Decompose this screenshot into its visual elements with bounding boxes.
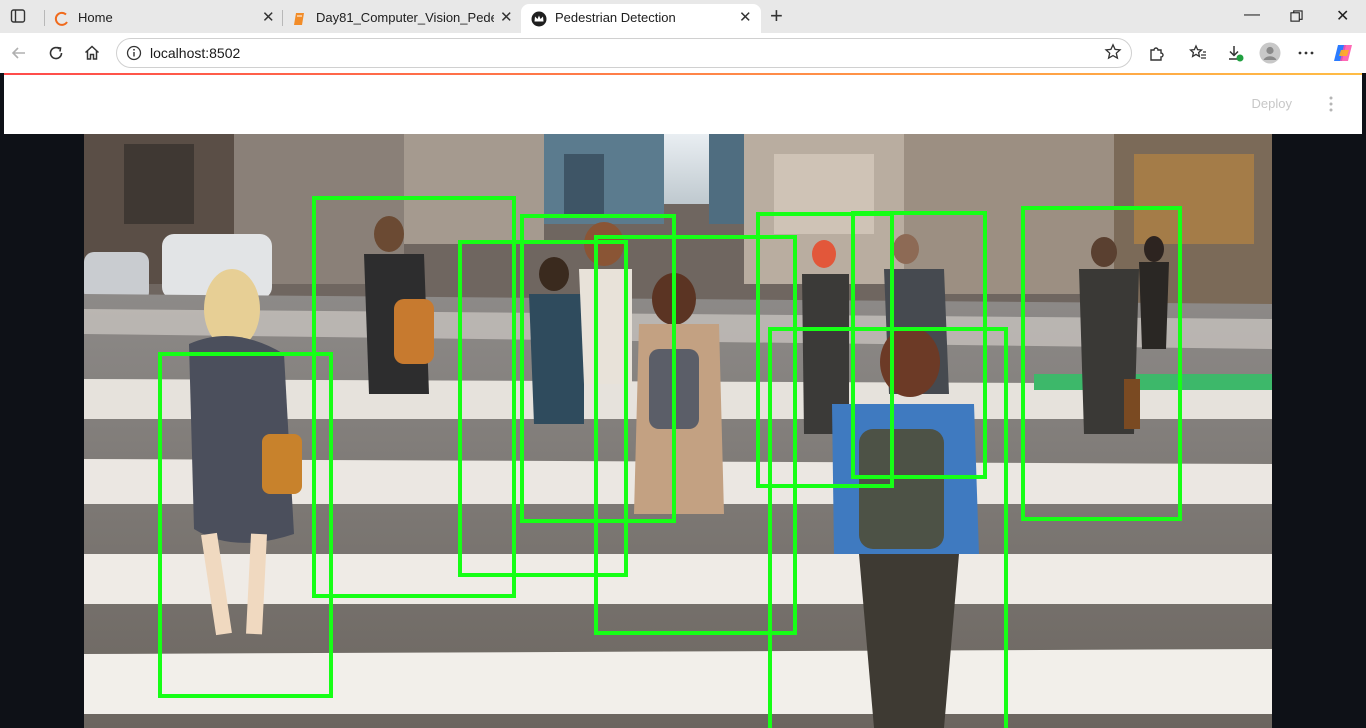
downloads-icon[interactable] (1226, 44, 1244, 62)
tab-notebook[interactable]: Day81_Computer_Vision_Pedestri ✕ (282, 4, 520, 33)
close-tab-icon[interactable]: ✕ (500, 10, 513, 26)
browser-toolbar: localhost:8502 (0, 33, 1366, 73)
back-arrow-icon[interactable] (9, 43, 29, 63)
browser-tab-strip: Home ✕ Day81_Computer_Vision_Pedestri ✕ … (0, 0, 1366, 33)
sidebar-toggle-icon[interactable] (10, 8, 26, 24)
kebab-menu-icon[interactable] (1326, 95, 1336, 113)
close-window-icon[interactable]: ✕ (1336, 6, 1349, 26)
tab-home[interactable]: Home ✕ (44, 4, 282, 33)
refresh-icon[interactable] (46, 43, 66, 63)
more-options-icon[interactable] (1297, 44, 1315, 62)
tab-title: Home (78, 10, 113, 25)
favorites-icon[interactable] (1189, 44, 1207, 62)
streamlit-crown-icon (531, 11, 547, 27)
deploy-button[interactable]: Deploy (1252, 96, 1292, 111)
app-header: Deploy (4, 75, 1362, 134)
restore-icon[interactable] (1290, 10, 1303, 23)
spinner-icon (54, 11, 68, 26)
new-tab-button[interactable]: + (770, 5, 783, 27)
tab-title: Pedestrian Detection (555, 10, 676, 25)
notebook-icon (294, 13, 304, 25)
detection-box (768, 327, 1008, 728)
detection-box (1021, 206, 1182, 521)
close-tab-icon[interactable]: ✕ (262, 10, 275, 26)
close-tab-icon[interactable]: ✕ (739, 10, 752, 26)
copilot-icon[interactable] (1332, 42, 1354, 64)
minimize-icon[interactable]: — (1244, 6, 1260, 24)
favorite-star-icon[interactable] (1104, 43, 1122, 61)
site-info-icon[interactable] (126, 45, 142, 61)
pedestrian-detection-image (84, 134, 1272, 728)
extensions-icon[interactable] (1148, 44, 1166, 62)
address-bar[interactable]: localhost:8502 (116, 38, 1132, 68)
profile-avatar-icon[interactable] (1259, 42, 1281, 64)
home-icon[interactable] (82, 43, 102, 63)
tab-pedestrian-detection[interactable]: Pedestrian Detection ✕ (521, 4, 761, 33)
detection-box (158, 352, 333, 698)
url-text[interactable]: localhost:8502 (150, 45, 240, 61)
tab-title: Day81_Computer_Vision_Pedestri (316, 10, 494, 25)
